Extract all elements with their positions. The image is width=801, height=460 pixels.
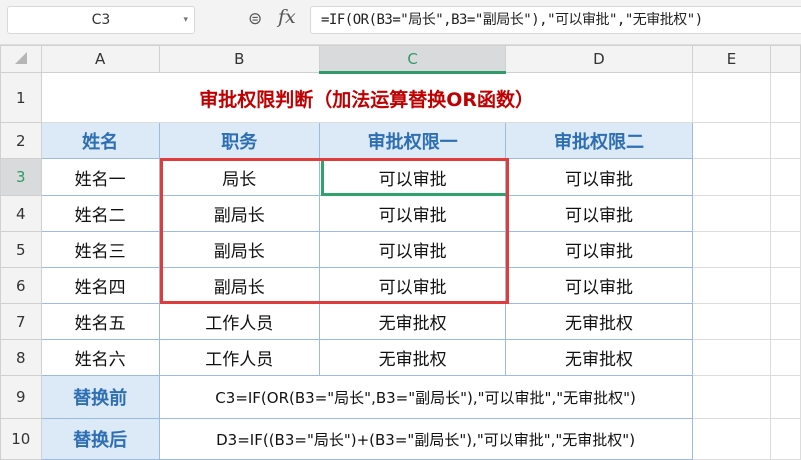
row-header[interactable]: 6 <box>0 267 42 304</box>
table-row: 4 姓名二 副局长 可以审批 可以审批 <box>0 195 801 232</box>
cell[interactable] <box>691 267 772 304</box>
cell[interactable]: 工作人员 <box>158 303 320 340</box>
column-header-a[interactable]: A <box>40 45 160 73</box>
table-row: 6 姓名四 副局长 可以审批 可以审批 <box>0 267 801 304</box>
cell[interactable] <box>770 195 801 232</box>
spreadsheet-grid: A B C D E 1 审批权限判断（加法运算替换OR函数） 2 姓名 职务 审… <box>0 45 801 460</box>
note-label[interactable]: 替换前 <box>40 375 160 419</box>
cell[interactable]: 可以审批 <box>505 231 693 268</box>
cell[interactable]: 姓名五 <box>40 303 160 340</box>
cell[interactable]: 工作人员 <box>158 339 320 376</box>
row-header[interactable]: 7 <box>0 303 42 340</box>
cell[interactable]: 副局长 <box>158 195 320 232</box>
column-header-e[interactable]: E <box>691 45 772 73</box>
table-row: 5 姓名三 副局长 可以审批 可以审批 <box>0 231 801 268</box>
table-row: 8 姓名六 工作人员 无审批权 无审批权 <box>0 339 801 376</box>
cell[interactable]: 无审批权 <box>318 339 507 376</box>
column-header-d[interactable]: D <box>505 45 693 73</box>
table-row: 7 姓名五 工作人员 无审批权 无审批权 <box>0 303 801 340</box>
row-header[interactable]: 2 <box>0 122 42 159</box>
cell[interactable]: 可以审批 <box>318 195 507 232</box>
cell[interactable]: 无审批权 <box>505 339 693 376</box>
cell[interactable] <box>770 231 801 268</box>
name-box[interactable]: C3 ▾ <box>7 6 195 34</box>
cell[interactable]: 姓名二 <box>40 195 160 232</box>
header-cell[interactable]: 职务 <box>158 122 320 159</box>
formula-input[interactable]: =IF(OR(B3="局长",B3="副局长"),"可以审批","无审批权") <box>310 6 801 34</box>
note-formula[interactable]: D3=IF((B3="局长")+(B3="副局长"),"可以审批","无审批权"… <box>158 418 693 460</box>
cell[interactable]: 姓名四 <box>40 267 160 304</box>
cell[interactable] <box>770 72 801 123</box>
row-header[interactable]: 9 <box>0 375 42 419</box>
row-header[interactable]: 1 <box>0 72 42 123</box>
cell[interactable] <box>691 122 772 159</box>
row-header[interactable]: 3 <box>0 158 42 196</box>
row-header[interactable]: 5 <box>0 231 42 268</box>
fx-icon[interactable]: fx <box>278 6 296 28</box>
header-cell[interactable]: 姓名 <box>40 122 160 159</box>
note-label[interactable]: 替换后 <box>40 418 160 460</box>
column-header-c[interactable]: C <box>318 45 507 74</box>
cell[interactable]: 可以审批 <box>318 267 507 304</box>
cell[interactable]: 可以审批 <box>505 195 693 232</box>
cell[interactable] <box>691 72 772 123</box>
table-row: 10 替换后 D3=IF((B3="局长")+(B3="副局长"),"可以审批"… <box>0 418 801 460</box>
cell[interactable] <box>691 195 772 232</box>
table-row: 3 姓名一 局长 可以审批 可以审批 <box>0 158 801 196</box>
cell[interactable] <box>691 303 772 340</box>
select-all-corner[interactable] <box>0 45 42 73</box>
cell[interactable]: 无审批权 <box>505 303 693 340</box>
cell[interactable] <box>770 303 801 340</box>
cell[interactable] <box>770 375 801 419</box>
cell[interactable]: 局长 <box>158 158 320 196</box>
column-header-b[interactable]: B <box>158 45 320 73</box>
cell[interactable]: 副局长 <box>158 231 320 268</box>
cell[interactable] <box>691 339 772 376</box>
cell[interactable] <box>691 231 772 268</box>
cell[interactable]: 无审批权 <box>318 303 507 340</box>
header-cell[interactable]: 审批权限二 <box>505 122 693 159</box>
cell[interactable] <box>770 122 801 159</box>
cell[interactable]: 副局长 <box>158 267 320 304</box>
cell-reference: C3 <box>91 12 111 28</box>
zoom-icon[interactable]: ⊜ <box>248 9 262 29</box>
row-header[interactable]: 8 <box>0 339 42 376</box>
cell[interactable]: 可以审批 <box>505 267 693 304</box>
cell[interactable]: 姓名六 <box>40 339 160 376</box>
cell[interactable]: 可以审批 <box>505 158 693 196</box>
cell[interactable]: 姓名一 <box>40 158 160 196</box>
note-formula[interactable]: C3=IF(OR(B3="局长",B3="副局长"),"可以审批","无审批权"… <box>158 375 693 419</box>
sheet-title[interactable]: 审批权限判断（加法运算替换OR函数） <box>40 72 693 123</box>
cell[interactable] <box>770 339 801 376</box>
cell[interactable]: 可以审批 <box>318 231 507 268</box>
cell[interactable] <box>691 418 772 460</box>
formula-bar: C3 ▾ ⊜ fx =IF(OR(B3="局长",B3="副局长"),"可以审批"… <box>0 0 801 45</box>
column-header-f[interactable] <box>770 45 801 73</box>
cell[interactable] <box>691 375 772 419</box>
cell[interactable] <box>691 158 772 196</box>
cell-selected[interactable]: 可以审批 <box>318 158 507 196</box>
row-header[interactable]: 10 <box>0 418 42 460</box>
cell[interactable] <box>770 418 801 460</box>
cell[interactable] <box>770 267 801 304</box>
row-header[interactable]: 4 <box>0 195 42 232</box>
header-cell[interactable]: 审批权限一 <box>318 122 507 159</box>
cell[interactable] <box>770 158 801 196</box>
cell[interactable]: 姓名三 <box>40 231 160 268</box>
chevron-down-icon[interactable]: ▾ <box>183 7 188 33</box>
table-row: 9 替换前 C3=IF(OR(B3="局长",B3="副局长"),"可以审批",… <box>0 375 801 419</box>
